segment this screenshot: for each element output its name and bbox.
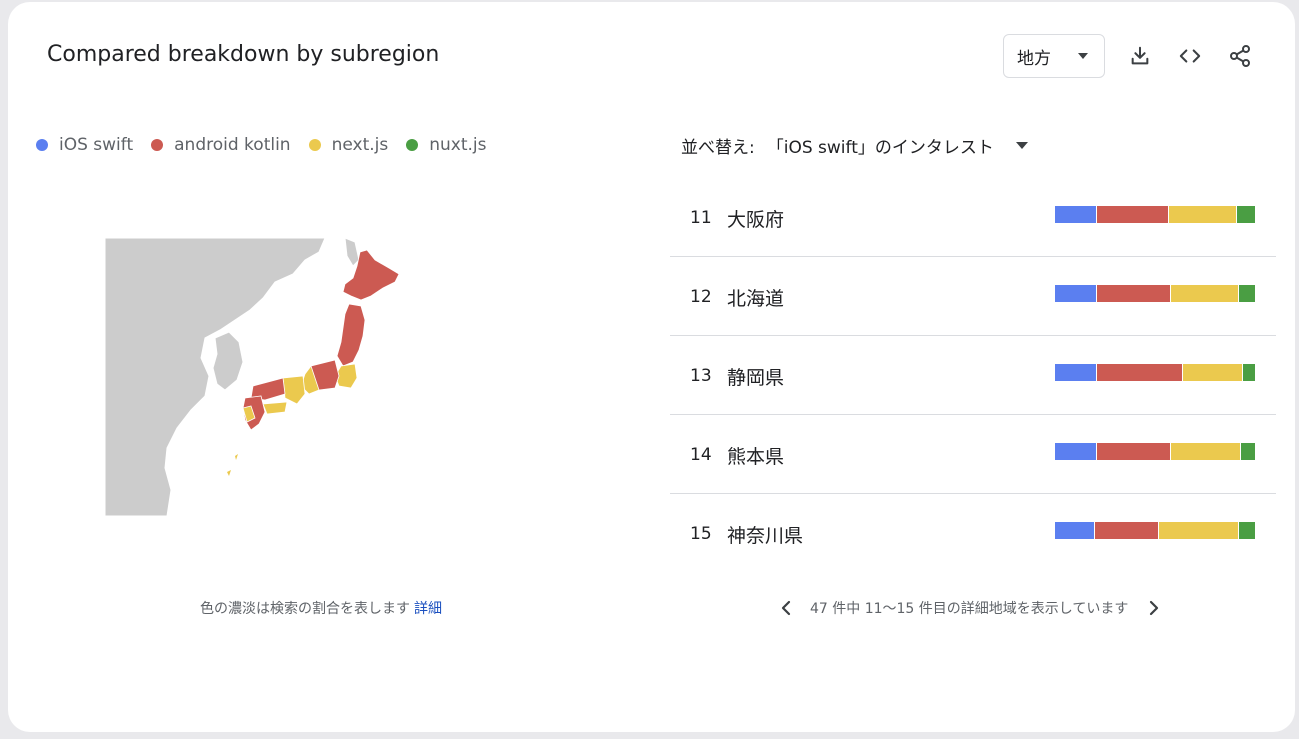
row-stacked-bar [1055, 522, 1255, 539]
table-row[interactable]: 14 熊本県 [670, 415, 1276, 494]
share-icon[interactable] [1226, 42, 1254, 70]
segment-ios [1055, 364, 1097, 381]
table-row[interactable]: 13 静岡県 [670, 336, 1276, 415]
legend-swatch [36, 139, 48, 151]
segment-next [1169, 206, 1237, 223]
legend-label: nuxt.js [429, 135, 487, 155]
row-region-name: 熊本県 [727, 446, 785, 468]
table-row[interactable]: 15 神奈川県 [670, 494, 1276, 573]
row-stacked-bar [1055, 285, 1255, 302]
sort-control[interactable]: 並べ替え: 「iOS swift」のインタレスト [681, 133, 1028, 158]
segment-ios [1055, 443, 1097, 460]
map-land-sakhalin [344, 237, 360, 267]
row-region-name: 神奈川県 [727, 525, 804, 547]
row-rank: 11 [690, 208, 712, 228]
map-region-okinawa-2 [235, 454, 238, 460]
row-rank: 12 [690, 287, 712, 307]
segment-next [1171, 285, 1239, 302]
map-region-shikoku [262, 401, 288, 415]
segment-next [1171, 443, 1241, 460]
row-region-name: 北海道 [727, 288, 785, 310]
segment-nuxt [1243, 364, 1255, 381]
legend-swatch [151, 139, 164, 151]
card-title: Compared breakdown by subregion [47, 42, 440, 67]
segment-nuxt [1237, 206, 1255, 223]
segment-next [1183, 364, 1243, 381]
details-link[interactable]: 詳細 [414, 601, 442, 617]
legend-swatch [308, 139, 321, 151]
sort-value: 「iOS swift」のインタレスト [766, 138, 994, 158]
segment-android [1095, 522, 1159, 539]
download-icon[interactable] [1126, 42, 1154, 70]
caret-down-icon [1078, 53, 1088, 59]
legend-label: android kotlin [174, 135, 291, 155]
legend-swatch [406, 139, 419, 151]
segment-android [1097, 364, 1183, 381]
segment-nuxt [1239, 522, 1255, 539]
region-list: 11 大阪府 12 北海道 13 静岡県 14 熊本県 15 神奈川県 [670, 178, 1276, 573]
row-rank: 14 [690, 445, 712, 465]
row-region-name: 静岡県 [727, 367, 785, 389]
region-level-value: 地方 [1017, 48, 1051, 69]
row-stacked-bar [1055, 443, 1255, 460]
map-note-text: 色の濃淡は検索の割合を表します [200, 601, 410, 617]
chart-legend: iOS swift android kotlin next.js nuxt.js [36, 135, 505, 155]
legend-item-next[interactable]: next.js [308, 135, 389, 155]
segment-next [1159, 522, 1239, 539]
region-level-select[interactable]: 地方 [1003, 34, 1105, 78]
table-row[interactable]: 11 大阪府 [670, 178, 1276, 257]
map-region-tohoku [336, 303, 366, 367]
row-stacked-bar [1055, 206, 1255, 223]
chevron-right-icon[interactable] [1144, 598, 1164, 618]
row-stacked-bar [1055, 364, 1255, 381]
row-region-name: 大阪府 [727, 209, 785, 231]
chevron-left-icon[interactable] [776, 598, 796, 618]
segment-android [1097, 285, 1171, 302]
legend-item-nuxt[interactable]: nuxt.js [406, 135, 487, 155]
sort-label: 並べ替え: [681, 138, 755, 158]
segment-android [1097, 443, 1171, 460]
table-row[interactable]: 12 北海道 [670, 257, 1276, 336]
map-land-korea [212, 331, 244, 391]
map-region-okinawa [227, 470, 231, 476]
japan-region-map[interactable] [104, 237, 445, 517]
segment-ios [1055, 206, 1097, 223]
map-region-kinki [282, 375, 306, 405]
caret-down-icon [1015, 142, 1028, 149]
row-rank: 15 [690, 524, 712, 544]
pagination-text: 47 件中 11〜15 件目の詳細地域を表示しています [810, 601, 1129, 617]
code-icon[interactable] [1176, 42, 1204, 70]
pagination: 47 件中 11〜15 件目の詳細地域を表示しています [776, 598, 1164, 618]
legend-label: iOS swift [59, 135, 134, 155]
segment-nuxt [1241, 443, 1255, 460]
map-note: 色の濃淡は検索の割合を表します 詳細 [200, 598, 442, 618]
legend-item-ios[interactable]: iOS swift [36, 135, 133, 155]
legend-label: next.js [331, 135, 389, 155]
segment-ios [1055, 522, 1095, 539]
legend-item-android[interactable]: android kotlin [151, 135, 291, 155]
segment-nuxt [1239, 285, 1255, 302]
segment-ios [1055, 285, 1097, 302]
segment-android [1097, 206, 1169, 223]
row-rank: 13 [690, 366, 712, 386]
